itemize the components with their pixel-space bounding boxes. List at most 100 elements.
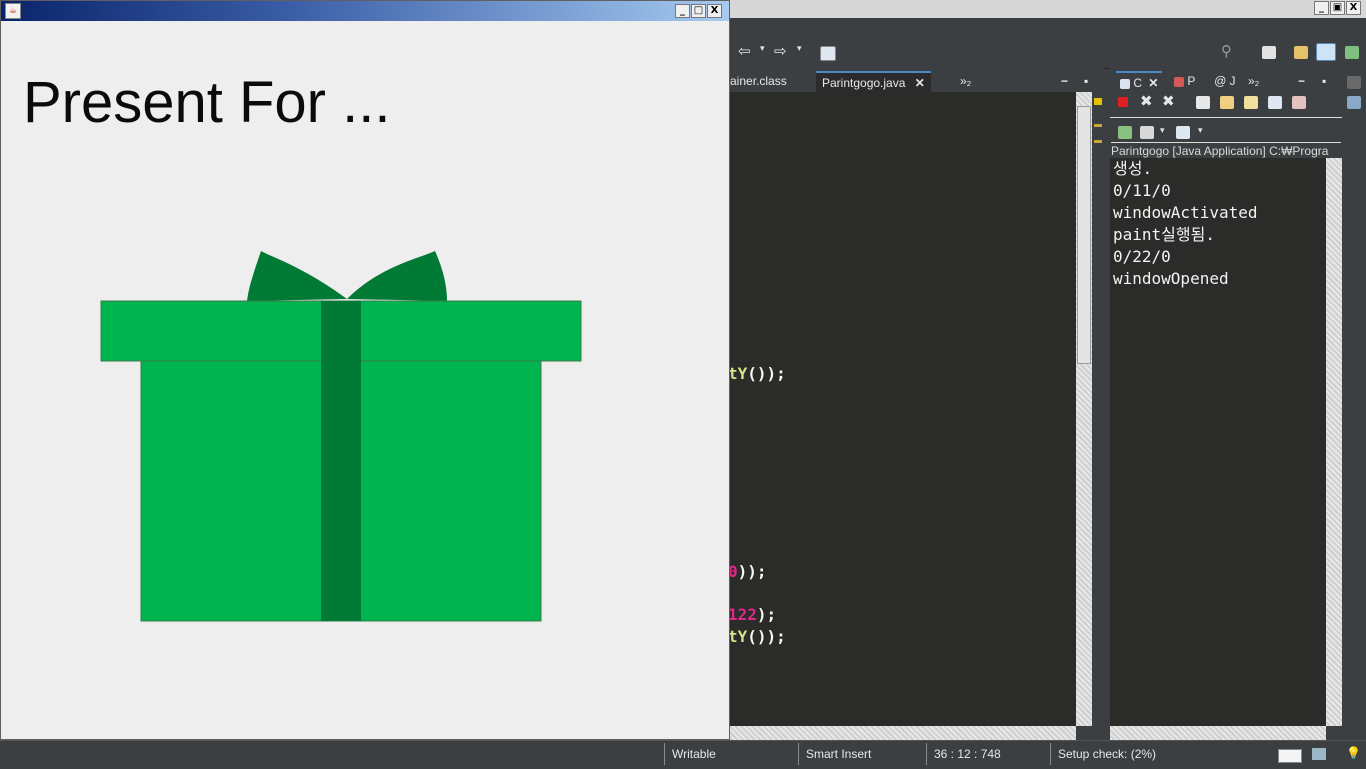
- status-cursor-position: 36 : 12 : 748: [934, 747, 1001, 761]
- problems-icon: [1174, 76, 1184, 87]
- console-output[interactable]: 생성. 0/11/0 windowActivated paint실행됨. 0/2…: [1110, 158, 1326, 726]
- back-dropdown-icon[interactable]: ▾: [760, 44, 765, 54]
- editor-minimize-button[interactable]: −: [1061, 71, 1068, 92]
- console-line: windowOpened: [1113, 269, 1229, 288]
- annotation-marker[interactable]: [1094, 124, 1102, 127]
- eclipse-window-buttons: _ ▣ X: [1314, 1, 1361, 15]
- progress-icon[interactable]: [1278, 749, 1302, 763]
- tab-javadoc[interactable]: @ J: [1214, 71, 1236, 92]
- terminate-icon[interactable]: [1118, 97, 1128, 107]
- status-setup-check[interactable]: Setup check: (2%): [1058, 745, 1156, 763]
- editor-vertical-scrollbar[interactable]: [1076, 92, 1092, 726]
- tab-overflow-button[interactable]: »₂: [1248, 71, 1259, 92]
- show-console-icon[interactable]: [1268, 96, 1282, 109]
- code-token: 122: [728, 605, 757, 624]
- code-editor[interactable]: tY()); 0)); 122); tY());: [728, 92, 1076, 726]
- at-icon: @: [1214, 74, 1227, 88]
- java-perspective-icon[interactable]: [1294, 46, 1308, 59]
- console-line: windowActivated: [1113, 203, 1258, 222]
- status-bar: Writable Smart Insert 36 : 12 : 748 Setu…: [0, 740, 1366, 769]
- editor-horizontal-scrollbar[interactable]: [728, 726, 1076, 740]
- eclipse-close-button[interactable]: X: [1346, 1, 1361, 15]
- code-token: );: [756, 605, 777, 624]
- frame-minimize-button[interactable]: _: [675, 4, 690, 18]
- remove-launch-icon[interactable]: ✖: [1140, 92, 1153, 110]
- pin-console-icon[interactable]: [1292, 96, 1306, 109]
- editor-maximize-button[interactable]: ▪: [1084, 71, 1088, 92]
- code-token: tY: [728, 627, 748, 646]
- frame-window-buttons: _ □ X: [675, 4, 722, 18]
- open-console-icon[interactable]: [1118, 126, 1132, 139]
- code-token: ());: [747, 627, 786, 646]
- forward-arrow-icon[interactable]: ⇨: [774, 42, 787, 60]
- display-console-icon[interactable]: [1140, 126, 1154, 139]
- frame-titlebar[interactable]: ☕ _ □ X: [1, 1, 729, 21]
- console-description: Parintgogo [Java Application] C:₩Progra: [1111, 142, 1341, 159]
- code-token: tY: [728, 364, 748, 383]
- tab-overflow-button[interactable]: »₂: [960, 71, 971, 92]
- frame-maximize-button[interactable]: □: [691, 4, 706, 18]
- annotation-marker[interactable]: [1094, 140, 1102, 143]
- console-line: 0/22/0: [1113, 247, 1171, 266]
- tab-console[interactable]: C ✕: [1116, 71, 1163, 94]
- console-minimize-button[interactable]: −: [1298, 71, 1305, 92]
- tab-problems[interactable]: P: [1174, 71, 1195, 92]
- status-separator: [926, 743, 927, 765]
- console-tab-bar: C ✕ P @ J »₂ − ▪: [1110, 68, 1342, 92]
- console-horizontal-scrollbar[interactable]: [1110, 726, 1326, 740]
- gift-ribbon: [321, 301, 361, 621]
- gift-bow-right: [347, 251, 447, 301]
- tab-container-class[interactable]: ainer.class: [730, 71, 787, 92]
- forward-dropdown-icon[interactable]: ▾: [797, 44, 802, 54]
- restore-icon[interactable]: [1347, 76, 1361, 89]
- console-line: 0/11/0: [1113, 181, 1171, 200]
- help-icon[interactable]: [1347, 96, 1361, 109]
- open-editor-icon[interactable]: [820, 46, 836, 61]
- code-line: 122);: [728, 605, 776, 624]
- status-separator: [664, 743, 665, 765]
- code-token: ));: [737, 562, 767, 581]
- code-line: tY());: [728, 364, 786, 383]
- gift-box-drawing: [100, 251, 582, 622]
- new-console-icon[interactable]: [1176, 126, 1190, 139]
- toolbar-divider: [1110, 117, 1342, 118]
- search-icon[interactable]: ⚲: [1221, 42, 1232, 60]
- warning-marker[interactable]: [1094, 98, 1102, 105]
- chevron-down-icon[interactable]: ▾: [1160, 126, 1165, 136]
- debug-perspective-icon[interactable]: [1316, 43, 1336, 61]
- scroll-thumb[interactable]: [1077, 106, 1091, 364]
- perspective-icon[interactable]: [1262, 46, 1276, 59]
- tab-parintgogo-java[interactable]: Parintgogo.java ✕: [816, 71, 931, 94]
- console-toolbar: ✖ ✖ ▾ ▾: [1110, 92, 1342, 142]
- eclipse-minimize-button[interactable]: _: [1314, 1, 1329, 15]
- chevron-down-icon[interactable]: ▾: [1198, 126, 1203, 136]
- clear-console-icon[interactable]: [1196, 96, 1210, 109]
- scroll-lock-icon[interactable]: [1220, 96, 1234, 109]
- code-line: 0));: [728, 562, 767, 581]
- tab-label: J: [1229, 74, 1236, 88]
- editor-tab-bar: ainer.class Parintgogo.java ✕ »₂ − ▪: [728, 68, 1104, 94]
- lightbulb-icon[interactable]: 💡: [1346, 744, 1361, 762]
- word-wrap-icon[interactable]: [1244, 96, 1258, 109]
- close-icon[interactable]: ✕: [1148, 76, 1158, 90]
- remove-all-icon[interactable]: ✖: [1162, 92, 1175, 110]
- console-line: 생성.: [1113, 159, 1153, 178]
- console-icon: [1120, 78, 1130, 89]
- status-insert-mode: Smart Insert: [806, 747, 872, 761]
- code-line: tY());: [728, 627, 786, 646]
- tab-label: Parintgogo.java: [822, 76, 906, 90]
- console-maximize-button[interactable]: ▪: [1322, 71, 1326, 92]
- other-perspective-icon[interactable]: [1345, 46, 1359, 59]
- tab-label: P: [1187, 74, 1196, 88]
- present-frame-window: ☕ _ □ X Present For ...: [0, 0, 730, 740]
- console-vertical-scrollbar[interactable]: [1326, 158, 1342, 726]
- eclipse-restore-button[interactable]: ▣: [1330, 1, 1345, 15]
- status-separator: [798, 743, 799, 765]
- status-writable: Writable: [672, 747, 716, 761]
- side-trim-bar: [1342, 68, 1366, 740]
- gift-bow-left: [247, 251, 347, 301]
- close-icon[interactable]: ✕: [915, 76, 925, 90]
- back-arrow-icon[interactable]: ⇦: [738, 42, 751, 60]
- frame-close-button[interactable]: X: [707, 4, 722, 18]
- notification-icon[interactable]: [1312, 748, 1326, 760]
